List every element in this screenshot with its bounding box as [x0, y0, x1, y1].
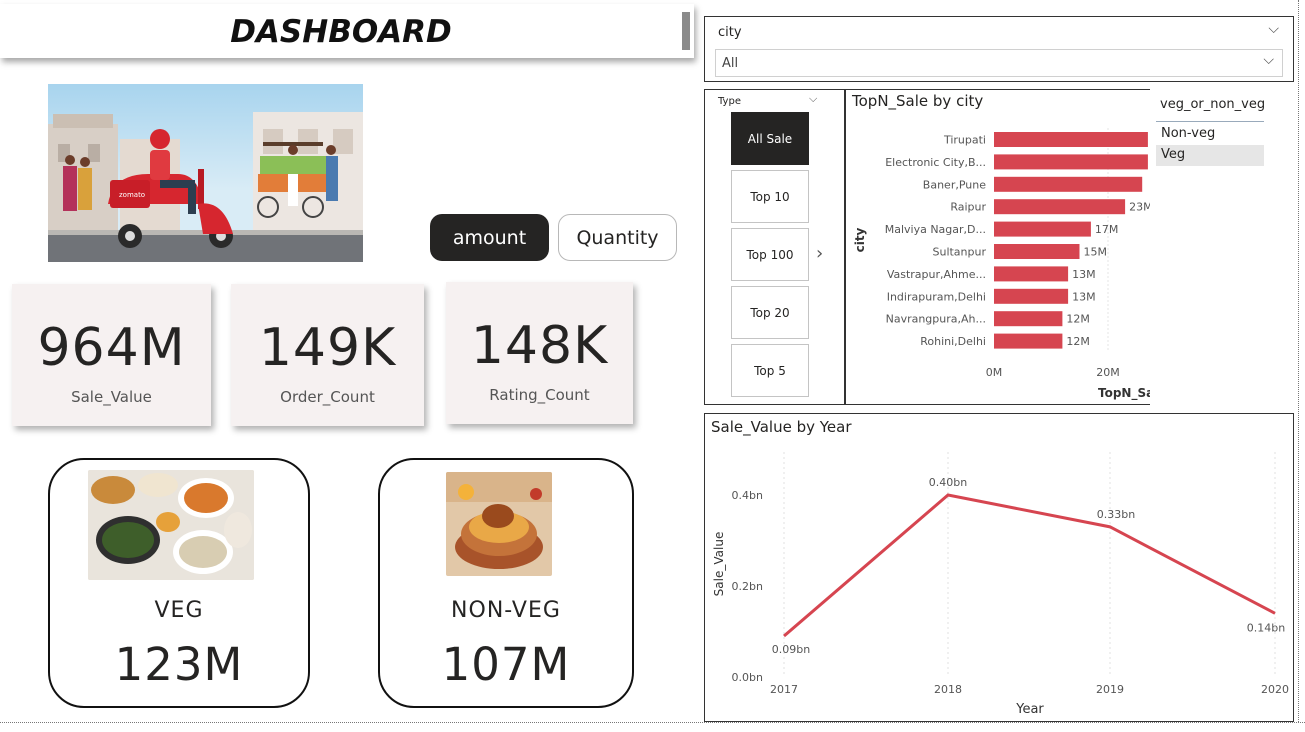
- kpi-card-order-count: 149K Order_Count: [231, 284, 424, 426]
- nonveg-card: NON-VEG 107M: [378, 458, 634, 708]
- bar[interactable]: [994, 244, 1080, 259]
- kpi-value: 149K: [258, 318, 397, 378]
- data-label: 12M: [1066, 335, 1090, 348]
- chevron-right-icon[interactable]: ›: [816, 243, 823, 264]
- veg-option-veg[interactable]: Veg: [1156, 145, 1264, 166]
- bar[interactable]: [994, 221, 1091, 237]
- svg-text:zomato: zomato: [119, 191, 145, 199]
- bar[interactable]: [994, 154, 1148, 170]
- bar[interactable]: [994, 132, 1148, 147]
- veg-label: VEG: [154, 598, 204, 623]
- title-scrollbar[interactable]: [682, 12, 690, 50]
- category-label: Tirupati: [943, 134, 986, 147]
- veg-option-non-veg[interactable]: Non-veg: [1156, 124, 1264, 145]
- title-banner: DASHBOARD: [0, 4, 694, 58]
- hero-image: zomato: [48, 84, 363, 262]
- nonveg-amount: 107M: [441, 638, 571, 691]
- y-tick-label: 0.0bn: [732, 671, 763, 684]
- bar[interactable]: [994, 311, 1063, 327]
- category-label: Raipur: [950, 201, 986, 214]
- x-tick-label: 2019: [1096, 683, 1124, 696]
- veg-nonveg-slicer: veg_or_non_veg Non-veg Veg: [1150, 89, 1296, 405]
- data-label: 0.33bn: [1097, 508, 1135, 521]
- kpi-label: Rating_Count: [489, 386, 590, 404]
- x-axis-title: TopN_Sa: [1098, 386, 1151, 401]
- category-label: Sultanpur: [932, 246, 986, 259]
- category-label: Indirapuram,Delhi: [887, 290, 986, 303]
- data-label: 17M: [1095, 223, 1119, 236]
- kpi-value: 148K: [470, 316, 609, 376]
- type-option-top-100[interactable]: Top 100: [731, 228, 809, 281]
- city-slicer: city ⌵ All ⌵: [704, 16, 1294, 82]
- data-label: 0.40bn: [929, 476, 967, 489]
- veg-amount: 123M: [114, 638, 244, 691]
- bar[interactable]: [994, 176, 1143, 192]
- kpi-card-sale-value: 964M Sale_Value: [12, 284, 211, 426]
- veg-slicer-title: veg_or_non_veg: [1160, 97, 1266, 112]
- series-line[interactable]: [783, 493, 1276, 638]
- category-label: Navrangpura,Ah...: [886, 313, 986, 326]
- veg-food-image: [88, 470, 254, 580]
- type-option-top-5[interactable]: Top 5: [731, 344, 809, 397]
- divider: [1298, 0, 1299, 722]
- category-label: Electronic City,B...: [885, 156, 986, 169]
- type-option-top-20[interactable]: Top 20: [731, 286, 809, 339]
- data-label: 13M: [1072, 290, 1096, 303]
- bar[interactable]: [994, 288, 1069, 304]
- nonveg-food-image: [446, 472, 552, 576]
- bar[interactable]: [994, 333, 1063, 349]
- type-slicer-title: Type: [718, 96, 741, 107]
- page-title: DASHBOARD: [230, 14, 452, 50]
- delivery-illustration: zomato: [48, 112, 363, 262]
- data-label: 0.09bn: [772, 643, 810, 656]
- data-label: 15M: [1084, 246, 1108, 259]
- category-label: Malviya Nagar,D...: [885, 223, 986, 236]
- type-slicer: Type ⌵ All Sale Top 10 Top 100 Top 20 To…: [704, 89, 845, 405]
- data-label: 12M: [1066, 313, 1090, 326]
- city-selected-value: All: [722, 56, 739, 71]
- bar-chart-svg: Tirupati Electronic City,B... Baner,Pune Ra…: [853, 128, 1151, 401]
- bar[interactable]: [994, 266, 1069, 282]
- category-label: Baner,Pune: [923, 178, 986, 191]
- chevron-down-icon[interactable]: ⌵: [809, 92, 817, 106]
- kpi-value: 964M: [37, 318, 186, 378]
- data-label: 0.14bn: [1247, 621, 1285, 634]
- city-dropdown[interactable]: All ⌵: [715, 49, 1283, 77]
- data-label: 23M: [1129, 201, 1151, 214]
- quantity-button[interactable]: Quantity: [558, 214, 677, 261]
- veg-card: VEG 123M: [48, 458, 310, 708]
- divider: [0, 722, 1305, 723]
- x-tick-label: 20M: [1096, 366, 1120, 379]
- y-axis-title: Sale_Value: [712, 532, 726, 597]
- line-chart-svg: 0.0bn 0.2bn 0.4bn 2017 2018 2019 2020 0.09bn 0.4…: [712, 452, 1289, 717]
- x-tick-label: 2020: [1261, 683, 1289, 696]
- y-axis-title: city: [853, 227, 867, 252]
- city-slicer-title: city: [718, 25, 742, 40]
- type-option-all-sale[interactable]: All Sale: [731, 112, 809, 165]
- type-option-top-10[interactable]: Top 10: [731, 170, 809, 223]
- data-label: 13M: [1072, 268, 1096, 281]
- category-label: Vastrapur,Ahme...: [887, 268, 986, 281]
- slicer-divider: [1156, 121, 1264, 122]
- kpi-label: Order_Count: [280, 388, 375, 406]
- y-tick-label: 0.2bn: [732, 580, 763, 593]
- x-tick-label: 0M: [986, 366, 1003, 379]
- x-tick-label: 2017: [770, 683, 798, 696]
- bar[interactable]: [994, 199, 1126, 215]
- amount-button[interactable]: amount: [430, 214, 549, 261]
- y-tick-label: 0.4bn: [732, 489, 763, 502]
- category-label: Rohini,Delhi: [920, 335, 986, 348]
- x-axis-title: Year: [1015, 702, 1044, 717]
- x-tick-label: 2018: [934, 683, 962, 696]
- kpi-card-rating-count: 148K Rating_Count: [446, 282, 633, 424]
- chevron-down-icon[interactable]: ⌵: [1268, 21, 1279, 37]
- chevron-down-icon: ⌵: [1263, 52, 1274, 68]
- sale-value-by-year-chart: Sale_Value by Year 0.0bn 0.2bn 0.4bn 2017 20…: [704, 413, 1294, 722]
- nonveg-label: NON-VEG: [451, 598, 561, 623]
- kpi-label: Sale_Value: [71, 388, 152, 406]
